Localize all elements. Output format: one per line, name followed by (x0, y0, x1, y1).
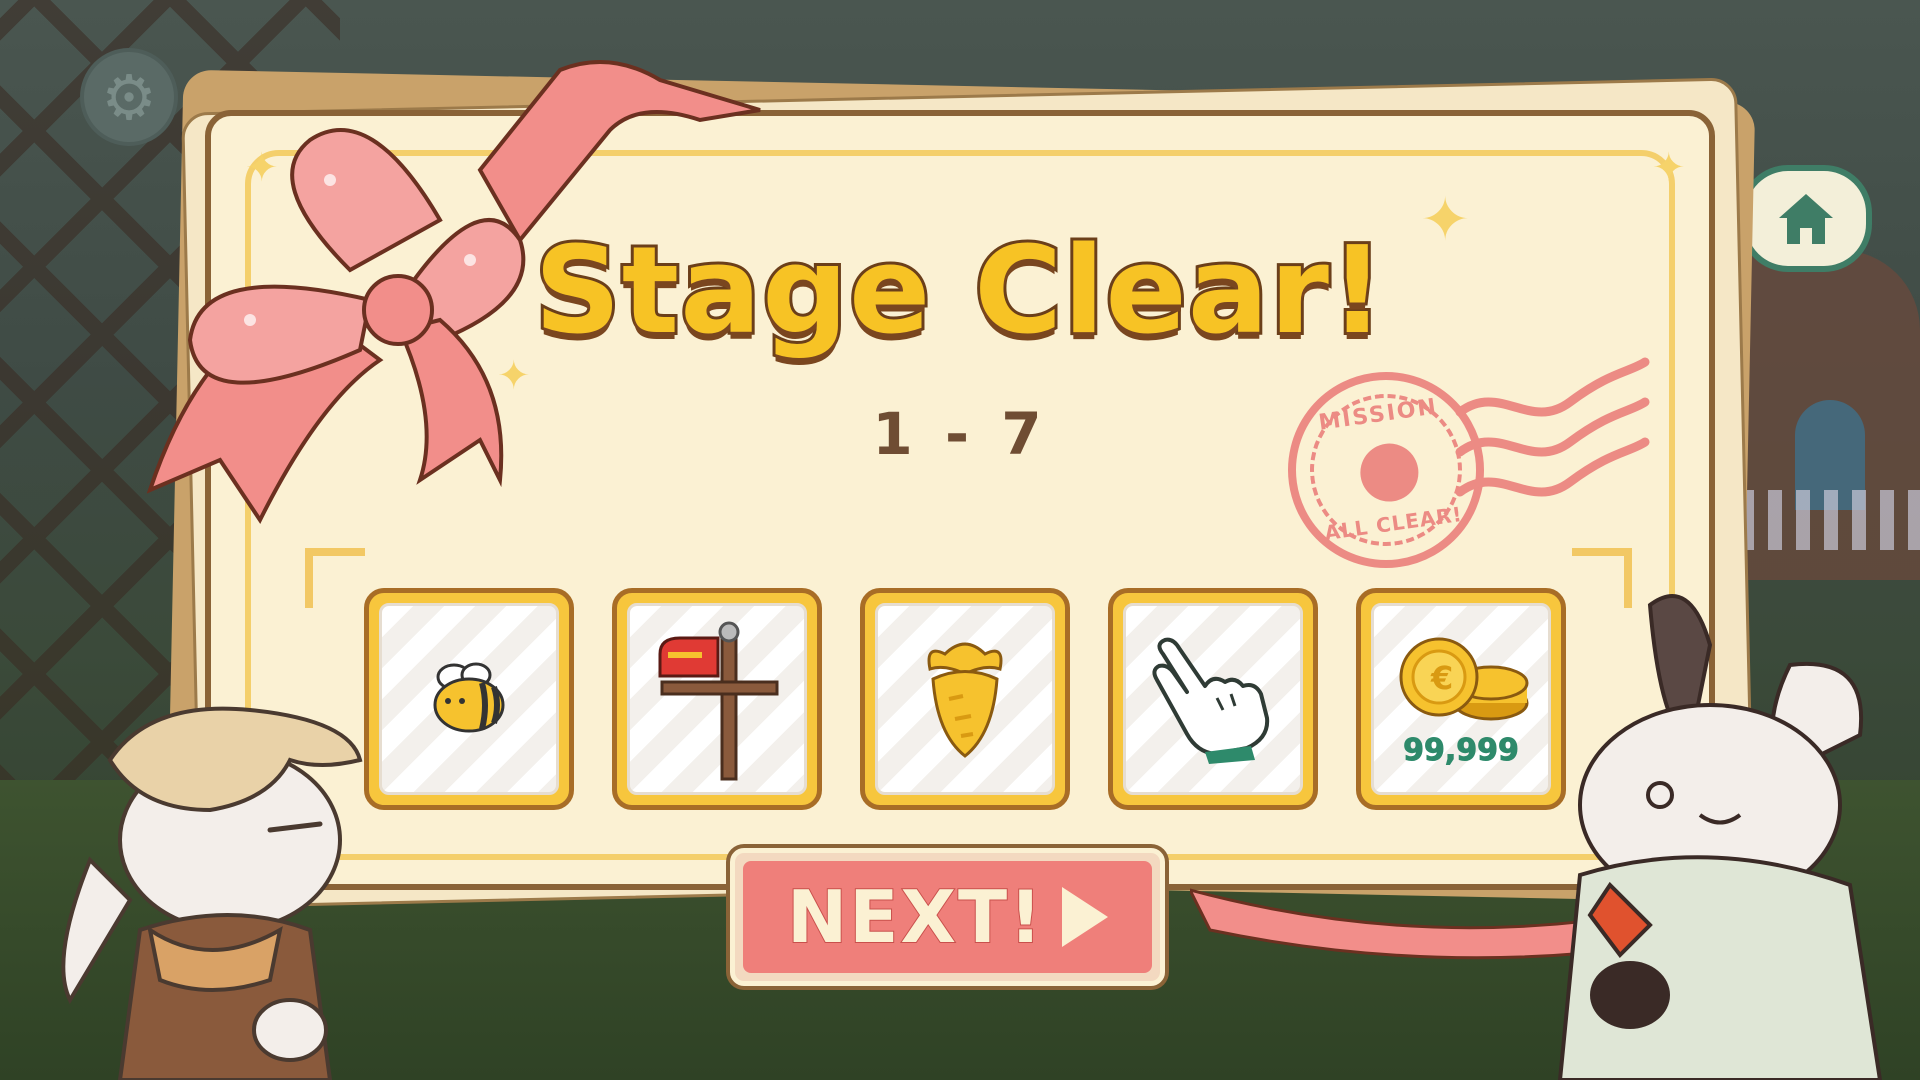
reward-slot-carrot (860, 588, 1070, 810)
bee-icon (433, 662, 505, 733)
coin-reward-count: 99,999 (1403, 732, 1520, 768)
play-arrow-icon (1061, 887, 1108, 947)
carrot-icon (927, 642, 1003, 758)
bunny-detective-right (1557, 594, 1883, 1080)
next-button[interactable]: NEXT! (730, 848, 1165, 986)
ribbon-bow (146, 60, 761, 524)
bunny-detective-left (61, 706, 363, 1080)
coins-icon: € (1399, 637, 1529, 720)
next-button-label: NEXT! (786, 874, 1044, 960)
reward-slot-pointer-glove (1108, 588, 1318, 810)
pointer-glove-icon (1152, 637, 1270, 764)
reward-slot-coins: € 99,999 (1356, 588, 1566, 810)
reward-list: € 99,999 (364, 588, 1566, 810)
mailbox-icon (658, 621, 779, 781)
reward-slot-mailbox (612, 588, 822, 810)
sparkle-icon: ✦ (1652, 145, 1686, 191)
postmark-waves (1455, 357, 1650, 497)
svg-text:€: € (1430, 659, 1453, 697)
background-fence (1740, 490, 1920, 550)
reward-slot-bee (364, 588, 574, 810)
